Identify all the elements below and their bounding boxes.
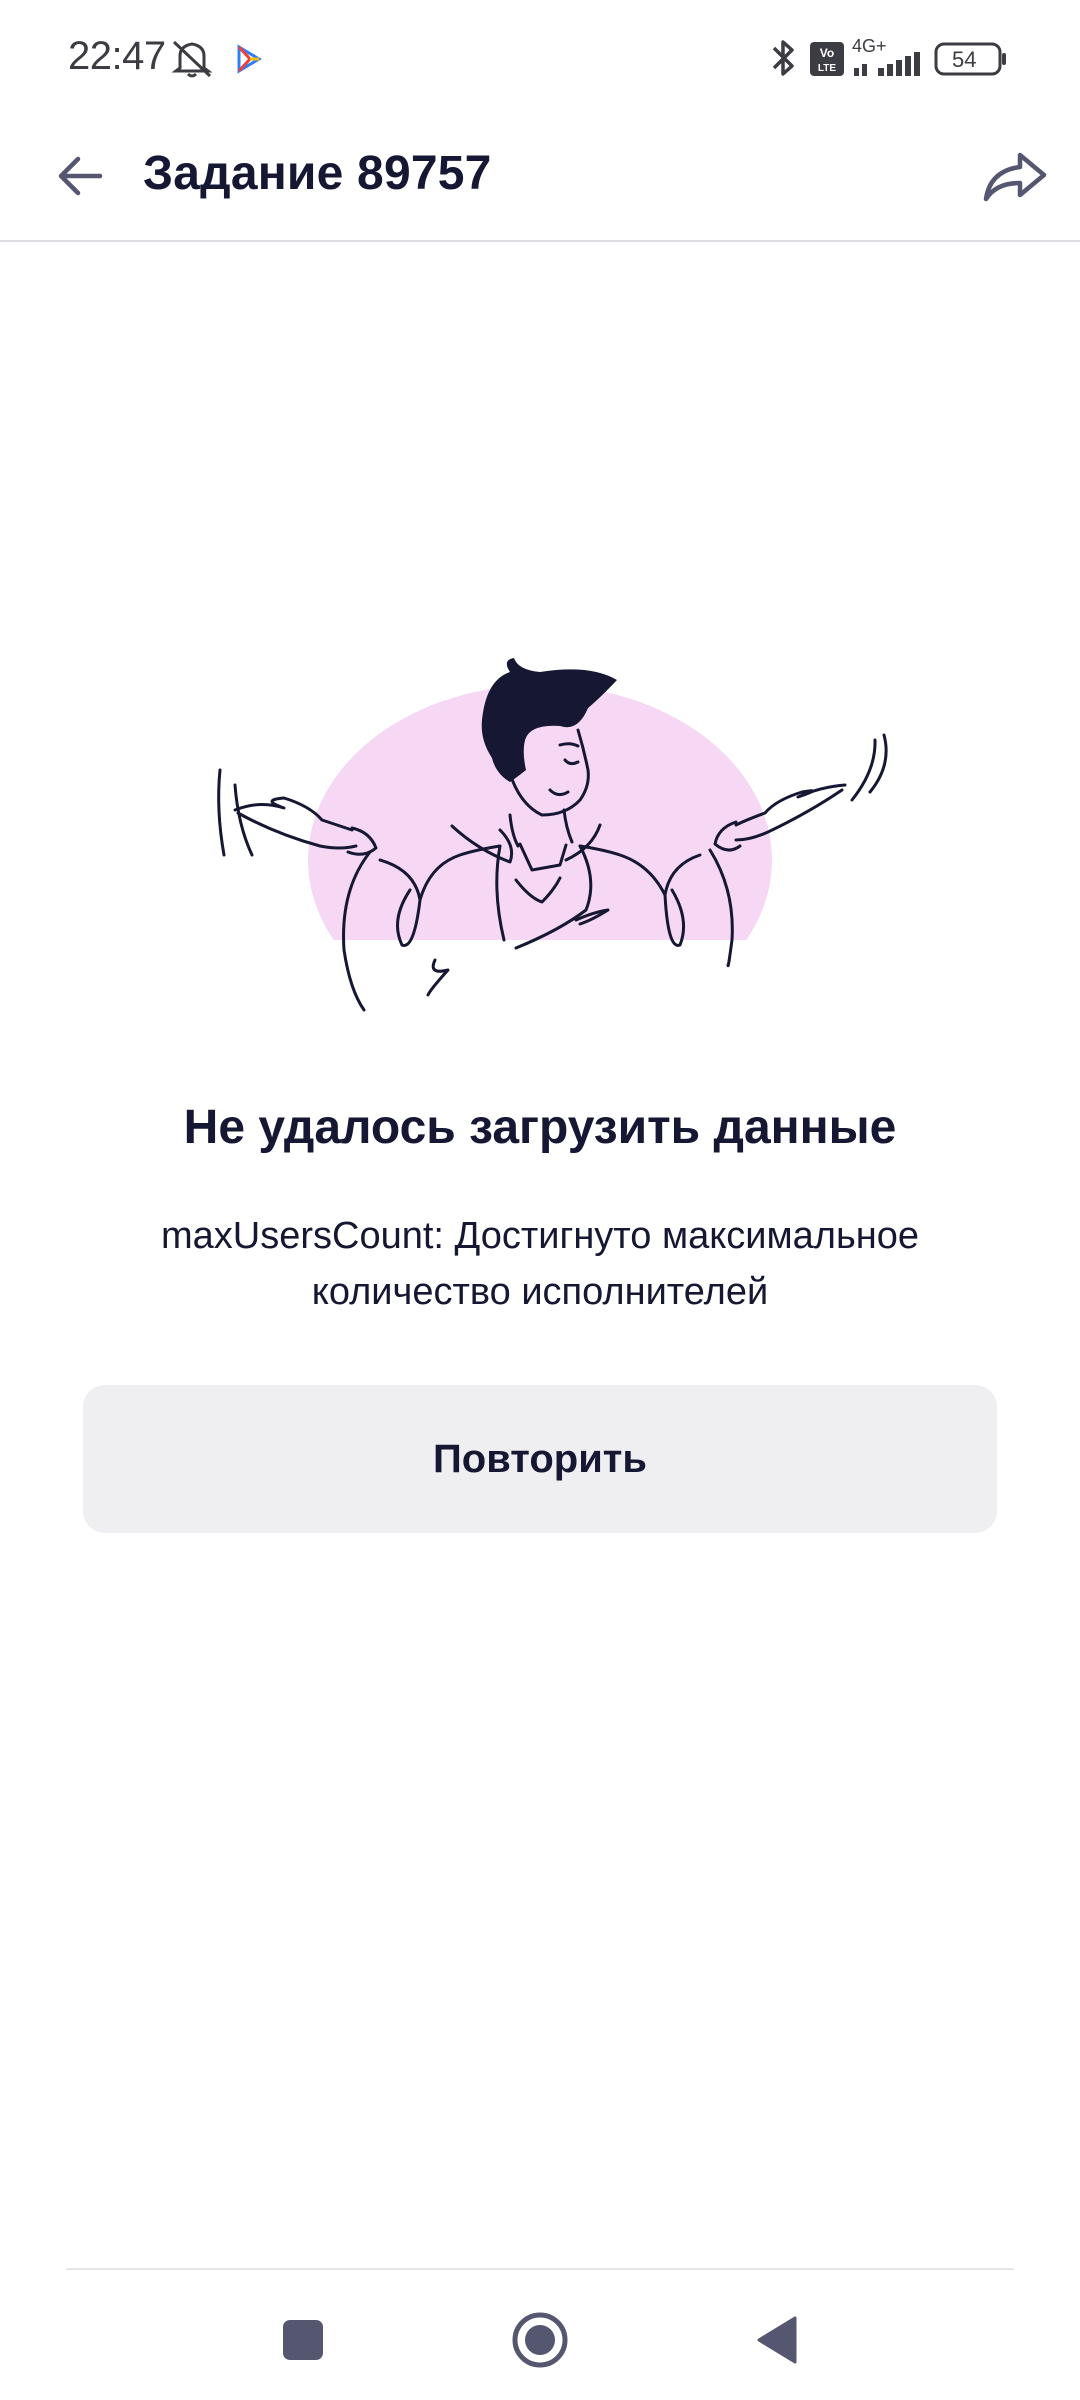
shrug-illustration xyxy=(180,650,900,1035)
recents-square-icon xyxy=(283,2320,323,2360)
svg-text:LTE: LTE xyxy=(818,63,836,74)
mute-icon xyxy=(170,38,216,85)
status-bar: 22:47 Vo LTE 4G+ 54 xyxy=(0,0,1080,116)
error-message-line-2: количество исполнителей xyxy=(311,1271,769,1313)
svg-text:Vo: Vo xyxy=(820,46,834,60)
bluetooth-icon xyxy=(770,36,798,85)
status-time: 22:47 xyxy=(68,34,166,78)
back-button[interactable] xyxy=(40,136,120,216)
home-button[interactable] xyxy=(500,2300,580,2380)
home-circle-icon xyxy=(512,2312,568,2368)
error-message-line-1: maxUsersCount: Достигнуто максимальное xyxy=(161,1215,919,1257)
share-button[interactable] xyxy=(970,132,1060,222)
battery-level: 54 xyxy=(952,47,977,72)
play-store-icon xyxy=(236,44,262,79)
error-title: Не удалось загрузить данные xyxy=(183,1101,897,1154)
back-nav-button[interactable] xyxy=(737,2300,817,2380)
signal-icon xyxy=(852,52,922,83)
arrow-left-icon xyxy=(58,156,103,196)
back-triangle-icon xyxy=(757,2316,797,2364)
retry-button[interactable]: Повторить xyxy=(83,1385,997,1533)
recents-button[interactable] xyxy=(263,2300,343,2380)
share-arrow-icon xyxy=(983,152,1047,202)
page-title: Задание 89757 xyxy=(143,147,492,200)
error-message: maxUsersCount: Достигнуто максимальное к… xyxy=(100,1208,980,1320)
volte-icon: Vo LTE xyxy=(810,42,844,81)
system-nav-bar xyxy=(0,2270,1080,2400)
app-bar: Задание 89757 xyxy=(0,116,1080,242)
